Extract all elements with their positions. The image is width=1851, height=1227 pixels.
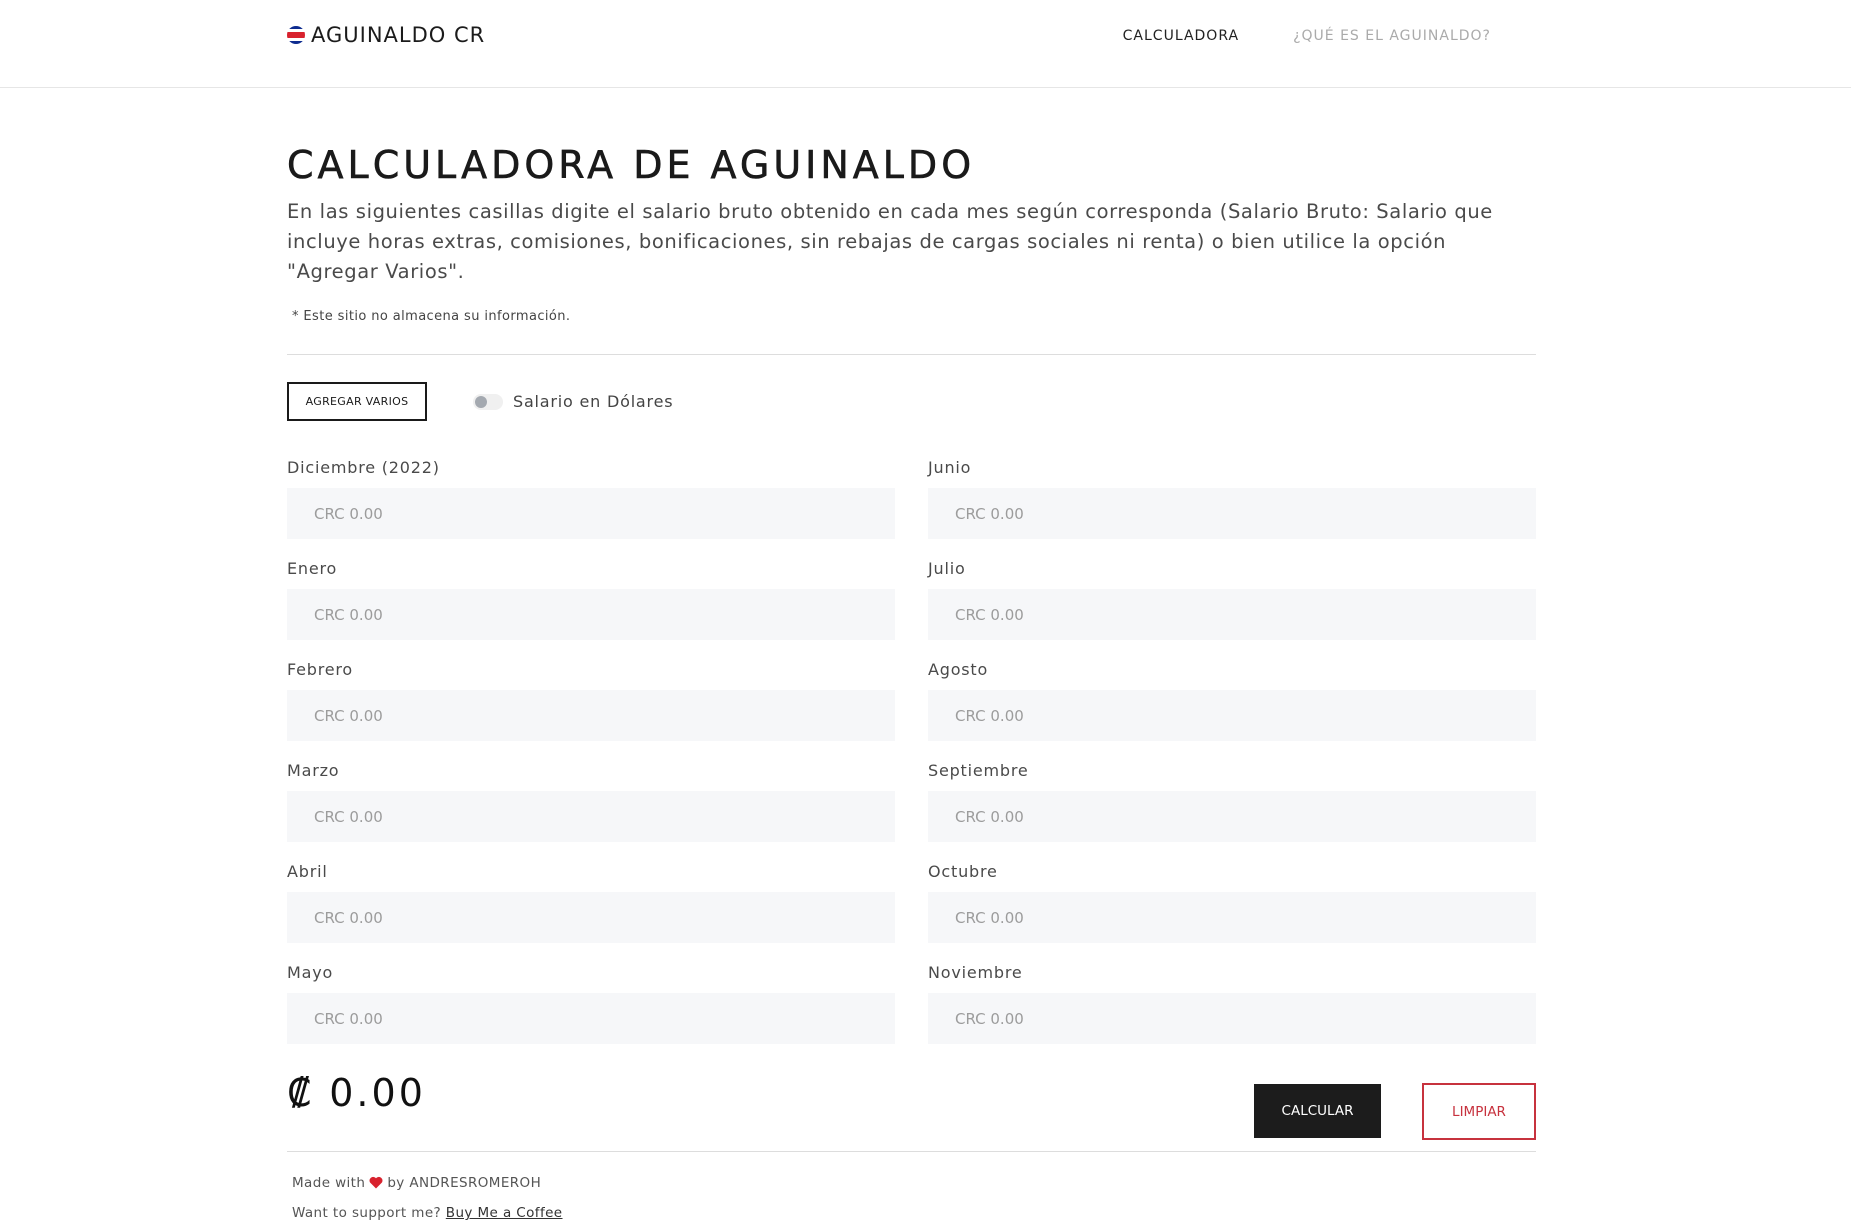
controls-row: AGREGAR VARIOS Salario en Dólares bbox=[287, 382, 1536, 421]
salary-input-junio[interactable] bbox=[928, 488, 1536, 539]
salary-input-enero[interactable] bbox=[287, 589, 895, 640]
field-label: Septiembre bbox=[928, 761, 1029, 780]
footer: Made with by ANDRESROMEROH Want to suppor… bbox=[292, 1169, 1536, 1227]
field-label: Marzo bbox=[287, 761, 340, 780]
costa-rica-flag-icon bbox=[287, 26, 305, 44]
field-label: Diciembre (2022) bbox=[287, 458, 440, 477]
toggle-knob bbox=[475, 395, 487, 408]
intro-text: En las siguientes casillas digite el sal… bbox=[287, 200, 1493, 283]
dollar-salary-label: Salario en Dólares bbox=[513, 392, 674, 411]
divider bbox=[287, 354, 1536, 355]
field-label: Enero bbox=[287, 559, 338, 578]
main-nav: CALCULADORA ¿QUÉ ES EL AGUINALDO? bbox=[1123, 28, 1491, 44]
salary-input-noviembre[interactable] bbox=[928, 993, 1536, 1044]
page-title: CALCULADORA DE AGUINALDO bbox=[287, 143, 976, 188]
privacy-note: * Este sitio no almacena su información. bbox=[292, 309, 571, 324]
field-label: Junio bbox=[928, 458, 972, 477]
field-label: Julio bbox=[928, 559, 966, 578]
field-julio: Julio bbox=[928, 559, 1536, 660]
field-label: Febrero bbox=[287, 660, 354, 679]
limpiar-button[interactable]: LIMPIAR bbox=[1422, 1083, 1536, 1140]
field-label: Mayo bbox=[287, 963, 334, 982]
field-label: Octubre bbox=[928, 862, 998, 881]
field-label: Noviembre bbox=[928, 963, 1023, 982]
made-with-line: Made with by ANDRESROMEROH bbox=[292, 1169, 1536, 1199]
field-noviembre: Noviembre bbox=[928, 963, 1536, 1064]
field-label: Agosto bbox=[928, 660, 989, 679]
field-junio: Junio bbox=[928, 458, 1536, 559]
months-grid: Diciembre (2022) Junio Enero Julio Febre… bbox=[287, 458, 1536, 1064]
salary-input-septiembre[interactable] bbox=[928, 791, 1536, 842]
field-septiembre: Septiembre bbox=[928, 761, 1536, 862]
field-mayo: Mayo bbox=[287, 963, 895, 1064]
support-text: Want to support me? bbox=[292, 1205, 442, 1221]
brand-link[interactable]: AGUINALDO CR bbox=[287, 23, 485, 47]
field-octubre: Octubre bbox=[928, 862, 1536, 963]
result-row: ₡ 0.00 CALCULAR LIMPIAR bbox=[287, 1071, 1536, 1141]
field-abril: Abril bbox=[287, 862, 895, 963]
salary-input-abril[interactable] bbox=[287, 892, 895, 943]
top-navbar: AGUINALDO CR CALCULADORA ¿QUÉ ES EL AGUI… bbox=[0, 0, 1851, 88]
author-text: by ANDRESROMEROH bbox=[387, 1175, 542, 1191]
support-line: Want to support me? Buy Me a Coffee bbox=[292, 1199, 1536, 1227]
field-agosto: Agosto bbox=[928, 660, 1536, 761]
agregar-varios-button[interactable]: AGREGAR VARIOS bbox=[287, 382, 427, 421]
brand-title: AGUINALDO CR bbox=[311, 23, 486, 47]
salary-input-julio[interactable] bbox=[928, 589, 1536, 640]
nav-que-es-aguinaldo[interactable]: ¿QUÉ ES EL AGUINALDO? bbox=[1293, 28, 1491, 44]
buy-me-a-coffee-link[interactable]: Buy Me a Coffee bbox=[446, 1205, 563, 1221]
nav-calculadora[interactable]: CALCULADORA bbox=[1123, 28, 1239, 44]
dollar-salary-toggle[interactable] bbox=[473, 393, 503, 410]
calculator-section: CALCULADORA DE AGUINALDO En las siguient… bbox=[287, 88, 1536, 1227]
salary-input-marzo[interactable] bbox=[287, 791, 895, 842]
calcular-button[interactable]: CALCULAR bbox=[1254, 1084, 1381, 1138]
made-with-text: Made with bbox=[292, 1175, 366, 1191]
field-diciembre: Diciembre (2022) bbox=[287, 458, 895, 559]
aguinaldo-total: ₡ 0.00 bbox=[287, 1071, 426, 1115]
footer-divider bbox=[287, 1151, 1536, 1152]
salary-input-diciembre[interactable] bbox=[287, 488, 895, 539]
field-label: Abril bbox=[287, 862, 328, 881]
salary-input-agosto[interactable] bbox=[928, 690, 1536, 741]
salary-input-mayo[interactable] bbox=[287, 993, 895, 1044]
salary-input-febrero[interactable] bbox=[287, 690, 895, 741]
field-enero: Enero bbox=[287, 559, 895, 660]
field-marzo: Marzo bbox=[287, 761, 895, 862]
heart-icon bbox=[369, 1171, 383, 1199]
salary-input-octubre[interactable] bbox=[928, 892, 1536, 943]
field-febrero: Febrero bbox=[287, 660, 895, 761]
